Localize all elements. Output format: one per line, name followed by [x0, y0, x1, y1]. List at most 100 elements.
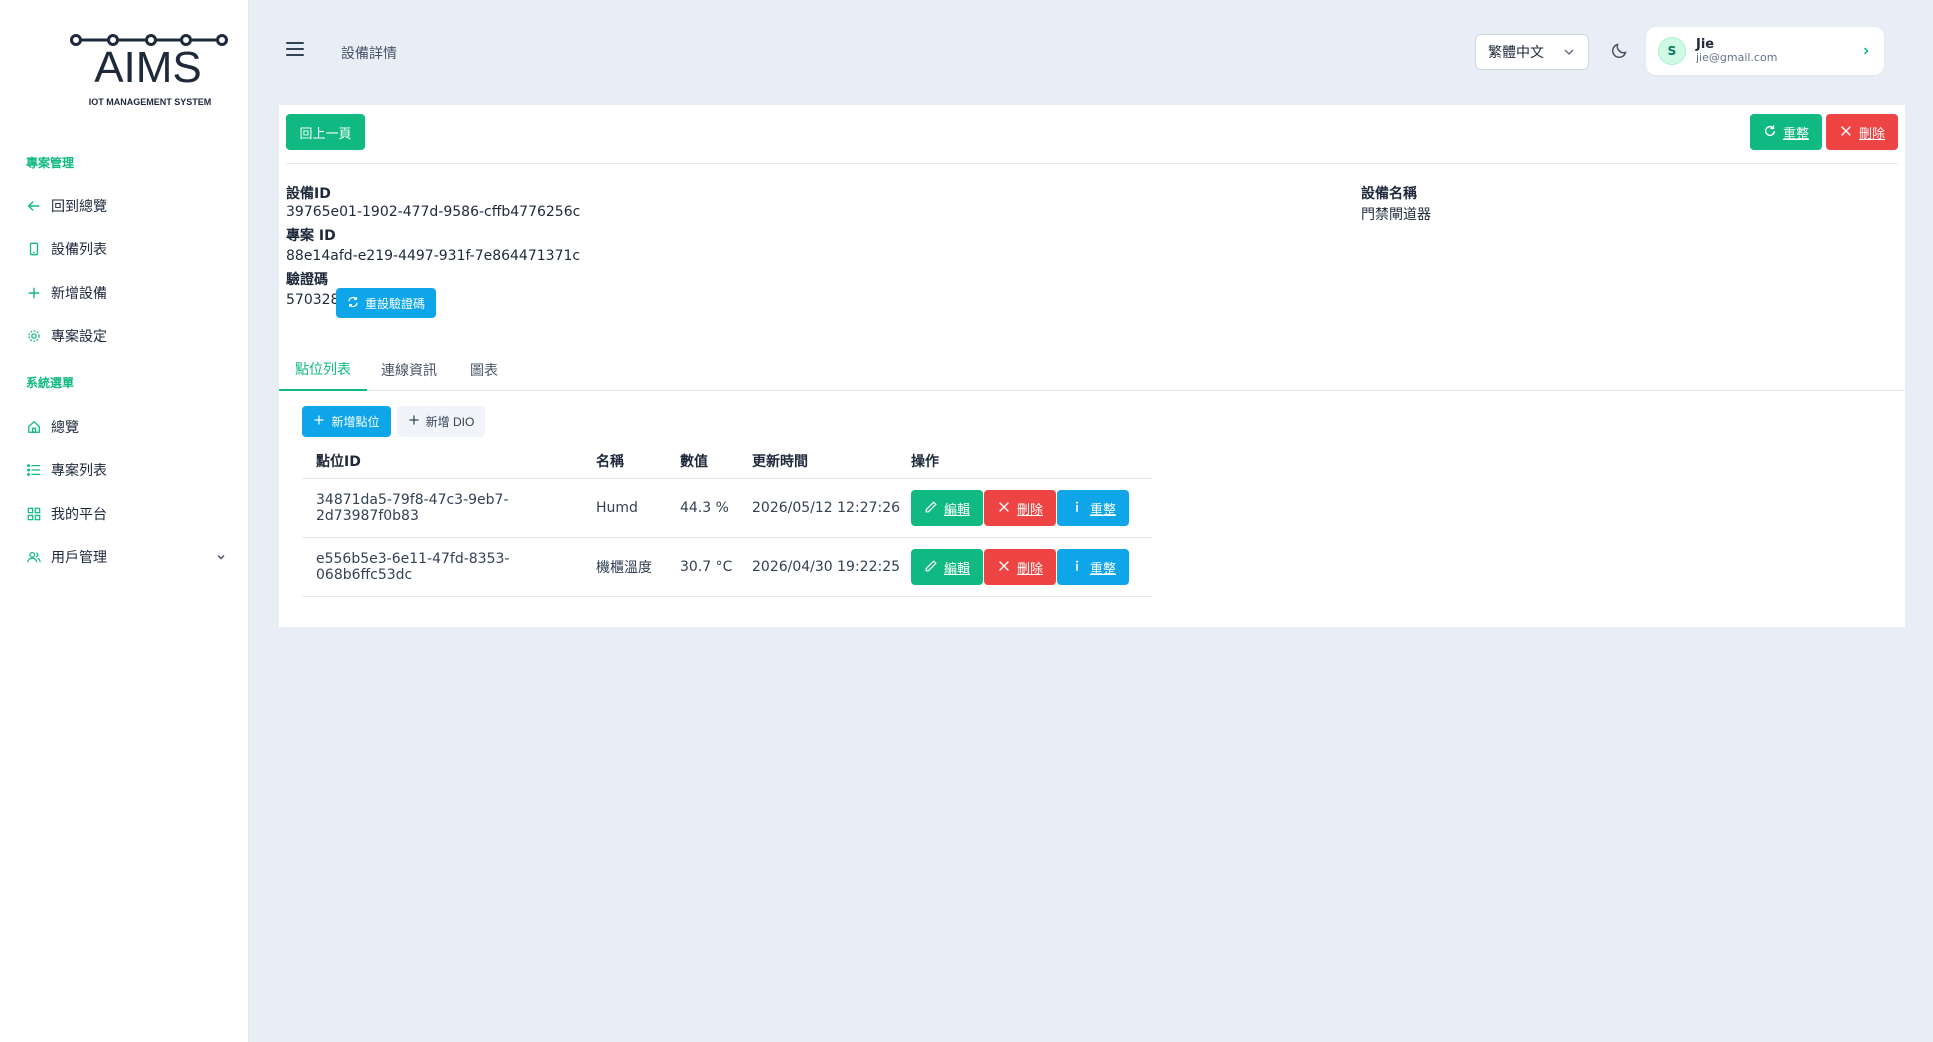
grid-icon [27, 507, 41, 521]
sidebar-item-label: 專案列表 [51, 463, 107, 479]
edit-button[interactable]: 編輯 [911, 549, 983, 585]
sidebar-item-my-platform[interactable]: 我的平台 [27, 504, 227, 524]
add-point-button[interactable]: 新增點位 [302, 406, 391, 437]
reset-code-label: 重設驗證碼 [364, 296, 425, 311]
table-header: 點位ID 名稱 數值 更新時間 操作 [302, 444, 1153, 479]
sidebar-item-user-management[interactable]: 用戶管理 [27, 547, 227, 567]
pencil-icon [924, 500, 938, 517]
point-updated: 2026/04/30 19:22:25 [752, 559, 901, 575]
column-header: 更新時間 [752, 454, 808, 470]
sidebar-item-back-overview[interactable]: 回到總覽 [27, 196, 227, 216]
reset-code-button[interactable]: 重設驗證碼 [336, 288, 436, 318]
sidebar-item-label: 回到總覽 [51, 199, 107, 215]
delete-button[interactable]: 刪除 [984, 549, 1056, 585]
reset-label: 重整 [1089, 501, 1116, 517]
delete-device-button[interactable]: 刪除 [1826, 114, 1898, 150]
point-name: Humd [596, 500, 638, 516]
language-select[interactable]: 繁體中文 [1475, 34, 1589, 70]
sidebar-item-project-list[interactable]: 專案列表 [27, 460, 227, 480]
users-icon [27, 550, 41, 564]
sidebar-item-add-device[interactable]: 新增設備 [27, 283, 227, 303]
menu-toggle-icon[interactable] [286, 42, 304, 56]
edit-label: 編輯 [943, 501, 970, 517]
point-id: e556b5e3-6e11-47fd-8353-068b6ffc53dc [316, 551, 510, 583]
gear-icon [27, 329, 41, 343]
delete-label: 刪除 [1016, 560, 1043, 576]
info-icon [1070, 559, 1084, 576]
home-icon [27, 420, 41, 434]
points-table: 點位ID 名稱 數值 更新時間 操作 34871da5-79f8-47c3-9e… [302, 444, 1153, 597]
sidebar: AIMS IOT MANAGEMENT SYSTEM 專案管理 回到總覽 設備列… [0, 0, 249, 1042]
info-icon [1070, 500, 1084, 517]
language-value: 繁體中文 [1488, 45, 1544, 61]
refresh-button[interactable]: 重整 [1750, 114, 1822, 150]
tab-bar: 點位列表 連線資訊 圖表 [279, 348, 1905, 391]
table-row: e556b5e3-6e11-47fd-8353-068b6ffc53dc 機櫃溫… [302, 538, 1153, 597]
sidebar-item-overview[interactable]: 總覽 [27, 417, 227, 437]
reset-button[interactable]: 重整 [1057, 490, 1129, 526]
project-id-label: 專案 ID [286, 228, 336, 244]
plus-icon [313, 414, 325, 429]
edit-button[interactable]: 編輯 [911, 490, 983, 526]
moon-icon[interactable] [1610, 40, 1630, 60]
column-header: 名稱 [596, 454, 624, 470]
device-icon [27, 242, 41, 256]
sidebar-item-label: 專案設定 [51, 329, 107, 345]
sidebar-item-label: 我的平台 [51, 507, 107, 523]
verification-code-label: 驗證碼 [286, 272, 328, 288]
close-icon [997, 500, 1011, 517]
sidebar-item-label: 新增設備 [51, 286, 107, 302]
table-row: 34871da5-79f8-47c3-9eb7-2d73987f0b83 Hum… [302, 479, 1153, 538]
page-title: 設備詳情 [341, 46, 397, 62]
point-name: 機櫃溫度 [596, 560, 652, 576]
row-actions: 編輯 刪除 重整 [911, 549, 1153, 585]
back-button[interactable]: 回上一頁 [286, 114, 365, 150]
refresh-icon [1763, 124, 1777, 141]
device-id-label: 設備ID [286, 186, 331, 202]
divider [286, 163, 1898, 164]
delete-label: 刪除 [1016, 501, 1043, 517]
add-dio-label: 新增 DIO [425, 415, 475, 429]
nav-section-system: 系統選單 [26, 376, 75, 390]
svg-text:AIMS: AIMS [94, 43, 202, 92]
tab-connection-info[interactable]: 連線資訊 [365, 348, 453, 391]
svg-text:IOT MANAGEMENT SYSTEM: IOT MANAGEMENT SYSTEM [89, 97, 212, 107]
plus-icon [408, 414, 420, 429]
add-dio-button[interactable]: 新增 DIO [397, 406, 485, 437]
list-icon [27, 463, 41, 477]
aims-logo[interactable]: AIMS IOT MANAGEMENT SYSTEM [70, 30, 230, 112]
close-icon [1839, 124, 1853, 141]
chevron-down-icon [1562, 45, 1576, 59]
reset-label: 重整 [1089, 560, 1116, 576]
reset-button[interactable]: 重整 [1057, 549, 1129, 585]
refresh-label: 重整 [1782, 125, 1809, 141]
column-header: 點位ID [316, 454, 361, 470]
delete-button[interactable]: 刪除 [984, 490, 1056, 526]
device-id-value: 39765e01-1902-477d-9586-cffb4776256c [286, 204, 581, 220]
plus-icon [27, 286, 41, 300]
pencil-icon [924, 559, 938, 576]
user-email: jie@gmail.com [1696, 51, 1778, 65]
tab-charts[interactable]: 圖表 [454, 348, 514, 391]
close-icon [997, 559, 1011, 576]
point-id: 34871da5-79f8-47c3-9eb7-2d73987f0b83 [316, 492, 509, 524]
device-name-value: 門禁閘道器 [1361, 207, 1431, 223]
arrow-left-icon [27, 199, 41, 213]
column-header: 操作 [911, 454, 939, 470]
sidebar-item-project-settings[interactable]: 專案設定 [27, 326, 227, 346]
chevron-right-icon [1860, 45, 1872, 57]
chevron-down-icon[interactable] [215, 551, 227, 563]
user-name: Jie [1696, 36, 1715, 52]
device-detail-card: 回上一頁 重整 刪除 設備ID 39765e01-1902-477d-9586-… [279, 105, 1905, 627]
point-updated: 2026/05/12 12:27:26 [752, 500, 901, 516]
point-value: 30.7 °C [680, 559, 733, 575]
sidebar-item-device-list[interactable]: 設備列表 [27, 239, 227, 259]
sidebar-item-label: 用戶管理 [51, 550, 107, 566]
point-value: 44.3 % [680, 500, 729, 516]
sidebar-item-label: 總覽 [51, 420, 79, 436]
avatar: S [1658, 37, 1686, 65]
nav-section-project: 專案管理 [26, 156, 75, 170]
project-id-value: 88e14afd-e219-4497-931f-7e864471371c [286, 248, 581, 264]
user-menu[interactable]: S Jie jie@gmail.com [1646, 27, 1884, 75]
tab-point-list[interactable]: 點位列表 [279, 348, 367, 391]
